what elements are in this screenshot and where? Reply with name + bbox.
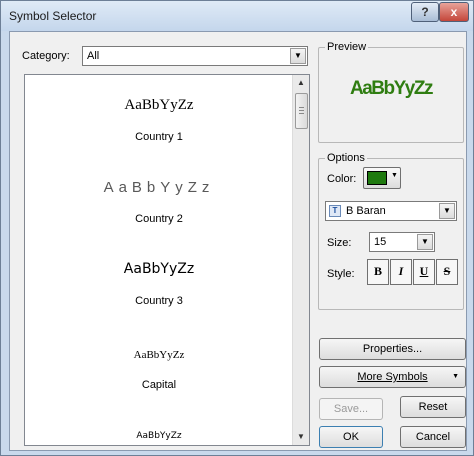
options-label: Options xyxy=(325,152,367,164)
underline-button[interactable]: U xyxy=(413,259,435,285)
symbol-label[interactable]: Country 3 xyxy=(25,295,293,307)
ok-button[interactable]: OK xyxy=(319,426,383,448)
options-group: Options Color: ▼ T B Baran ▼ Size: 15 ▼ … xyxy=(318,152,464,310)
symbol-label[interactable]: Country 1 xyxy=(25,131,293,143)
symbol-sample[interactable]: AaBbYyZz xyxy=(25,179,293,196)
scroll-thumb[interactable] xyxy=(295,93,308,129)
grip-line xyxy=(299,107,304,108)
symbol-selector-window: Symbol Selector ? x Category: All ▼ AaBb… xyxy=(0,0,474,456)
chevron-down-icon[interactable]: ▼ xyxy=(417,234,433,250)
symbol-list[interactable]: AaBbYyZz Country 1 AaBbYyZz Country 2 Aa… xyxy=(24,74,310,446)
bold-button[interactable]: B xyxy=(367,259,389,285)
preview-group: Preview AaBbYyZz xyxy=(318,41,464,143)
scroll-down-icon[interactable]: ▼ xyxy=(293,429,309,445)
chevron-down-icon[interactable]: ▼ xyxy=(439,203,455,219)
symbol-label[interactable]: Country 2 xyxy=(25,213,293,225)
symbol-sample[interactable]: AaBbYyZz xyxy=(25,261,293,277)
font-dropdown[interactable]: T B Baran ▼ xyxy=(325,201,457,221)
symbol-sample[interactable]: AaBbYyZz xyxy=(25,97,293,114)
scroll-up-icon[interactable]: ▲ xyxy=(293,75,309,91)
color-swatch xyxy=(367,171,387,185)
close-button[interactable]: x xyxy=(439,2,469,22)
symbol-sample[interactable]: AaBbYyZz xyxy=(25,431,293,441)
window-title: Symbol Selector xyxy=(9,9,97,23)
chevron-down-icon: ▼ xyxy=(391,172,398,179)
preview-sample: AaBbYyZz xyxy=(350,78,433,99)
grip-line xyxy=(299,113,304,114)
save-button[interactable]: Save... xyxy=(319,398,383,420)
font-value: B Baran xyxy=(346,205,386,217)
chevron-down-icon[interactable]: ▼ xyxy=(290,48,306,64)
color-picker-button[interactable]: ▼ xyxy=(363,167,401,189)
category-value: All xyxy=(87,50,100,62)
more-symbols-button[interactable]: More Symbols ▼ xyxy=(319,366,466,388)
chevron-down-icon: ▼ xyxy=(452,373,459,380)
symbol-label[interactable]: Capital xyxy=(25,379,293,391)
size-dropdown[interactable]: 15 ▼ xyxy=(369,232,435,252)
preview-label: Preview xyxy=(325,41,369,53)
reset-button[interactable]: Reset xyxy=(400,396,466,418)
vertical-scrollbar[interactable]: ▲ ▼ xyxy=(292,75,309,445)
dialog-body: Category: All ▼ AaBbYyZz Country 1 AaBbY… xyxy=(9,31,467,451)
more-symbols-label: More Symbols xyxy=(357,371,428,383)
style-label: Style: xyxy=(327,268,355,280)
symbol-sample[interactable]: AaBbYyZz xyxy=(25,349,293,361)
color-label: Color: xyxy=(327,173,357,185)
italic-button[interactable]: I xyxy=(390,259,412,285)
size-label: Size: xyxy=(327,237,352,249)
properties-button[interactable]: Properties... xyxy=(319,338,466,360)
size-value: 15 xyxy=(374,236,387,248)
grip-line xyxy=(299,110,304,111)
category-dropdown[interactable]: All ▼ xyxy=(82,46,308,66)
category-label: Category: xyxy=(22,50,70,62)
cancel-button[interactable]: Cancel xyxy=(400,426,466,448)
help-button[interactable]: ? xyxy=(411,2,439,22)
title-bar: Symbol Selector ? x xyxy=(1,1,473,31)
font-icon: T xyxy=(329,205,341,217)
strikethrough-button[interactable]: S xyxy=(436,259,458,285)
